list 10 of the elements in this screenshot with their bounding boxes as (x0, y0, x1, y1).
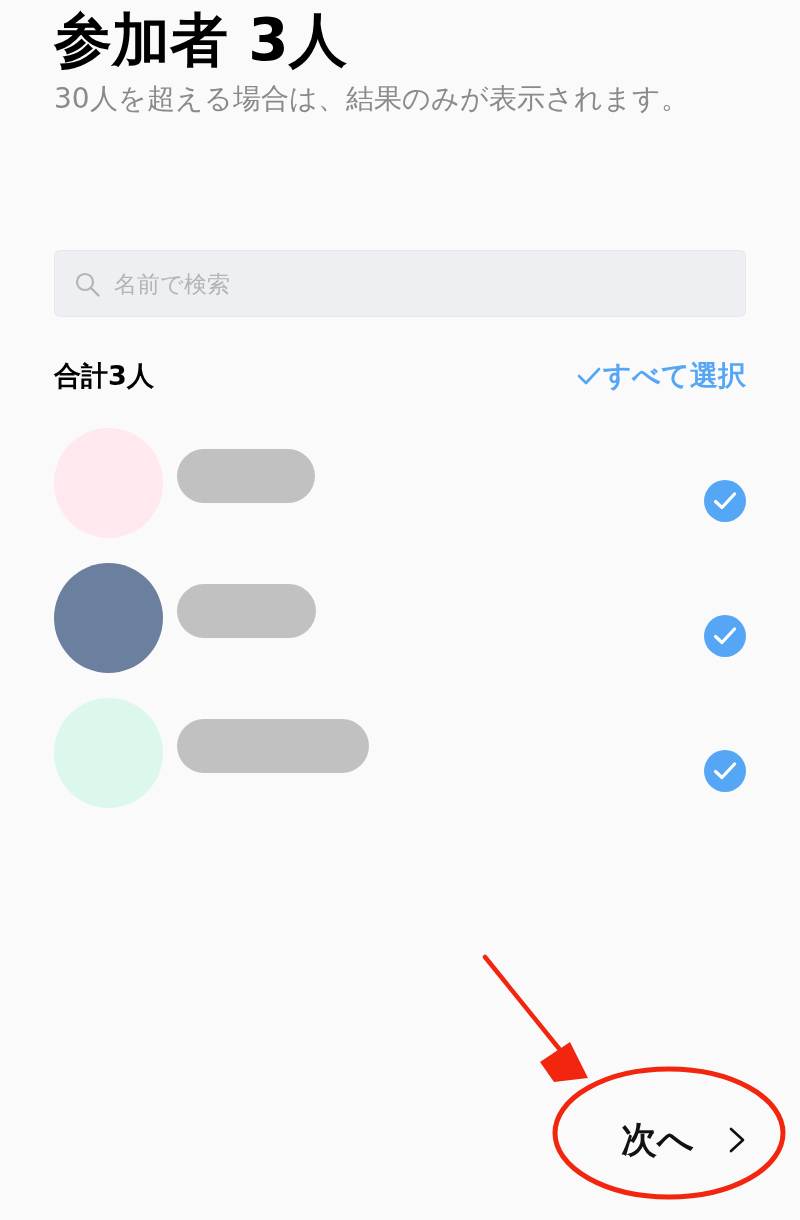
participant-total: 合計3人 (54, 359, 154, 393)
page-title: 参加者 3人 (54, 8, 347, 72)
select-checkbox[interactable] (704, 615, 746, 657)
search-field[interactable]: 名前で検索 (54, 250, 746, 317)
page-subtitle: 30人を超える場合は、結果のみが表示されます。 (54, 81, 689, 117)
search-icon (75, 272, 100, 297)
check-icon (577, 367, 601, 385)
chevron-right-icon (728, 1126, 746, 1154)
select-checkbox[interactable] (704, 480, 746, 522)
select-checkbox[interactable] (704, 750, 746, 792)
